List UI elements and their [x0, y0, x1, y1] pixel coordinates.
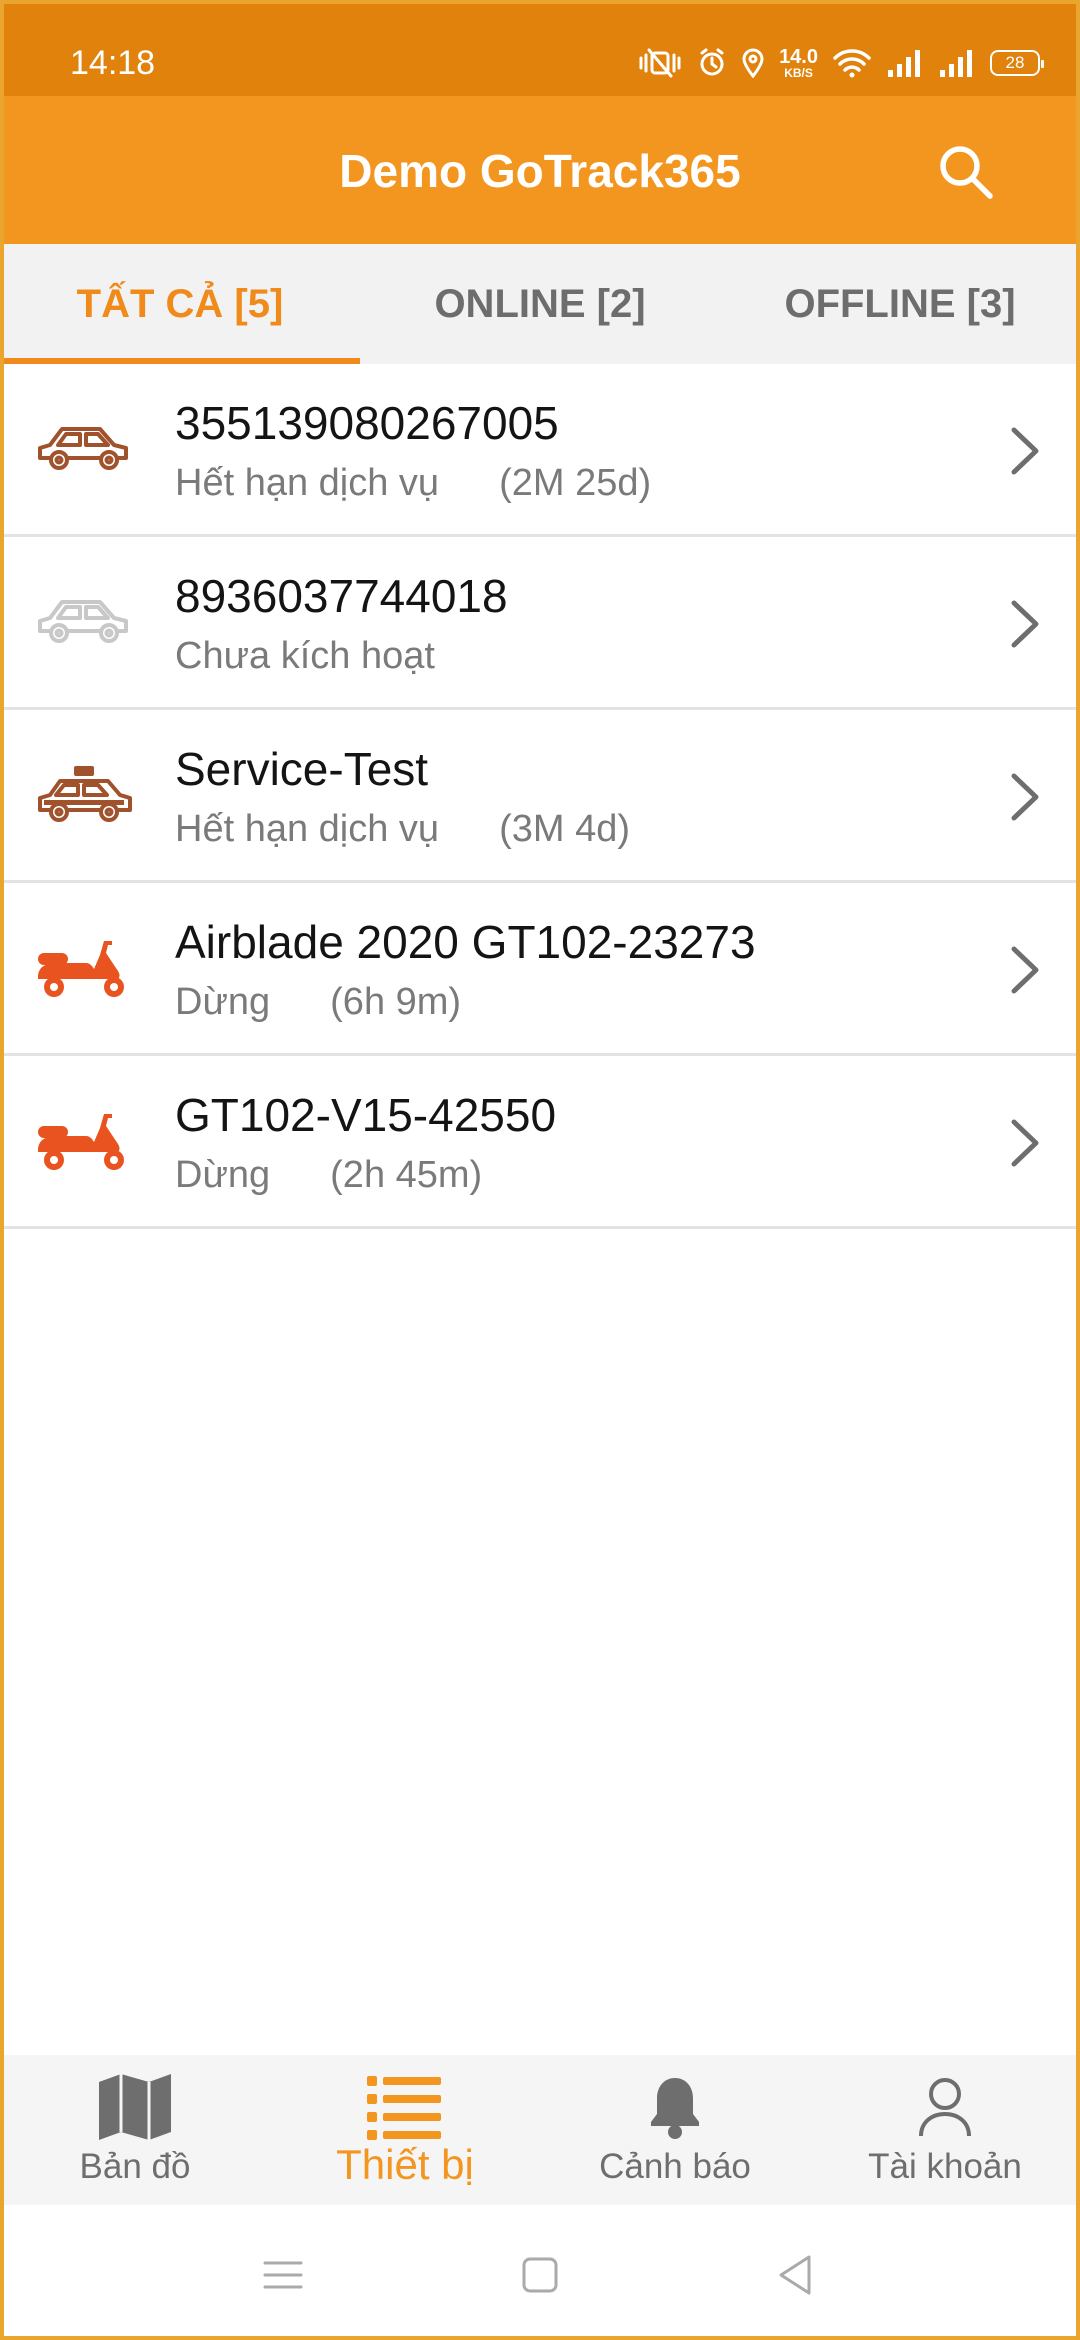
nav-label: Tài khoản [868, 2147, 1022, 2186]
chevron-right-icon [1011, 427, 1039, 475]
alarm-icon [697, 48, 727, 78]
device-name: Airblade 2020 GT102-23273 [175, 916, 756, 968]
app-bar: Demo GoTrack365 [0, 96, 1080, 244]
net-speed: 14.0 KB/S [779, 46, 818, 80]
device-duration: (6h 9m) [330, 981, 462, 1023]
menu-nav-icon[interactable] [253, 2245, 313, 2305]
system-nav-bar [0, 2205, 1080, 2340]
status-time: 14:18 [70, 44, 156, 82]
device-name: Service-Test [175, 743, 429, 795]
device-status: Hết hạn dịch vụ (3M 4d) [175, 808, 630, 850]
car-icon [34, 587, 134, 657]
battery-icon: 28 [990, 50, 1044, 76]
user-icon [905, 2071, 985, 2143]
device-name: GT102-V15-42550 [175, 1089, 557, 1141]
device-row[interactable]: GT102-V15-42550 Dừng (2h 45m) [0, 1056, 1080, 1229]
signal-icon [938, 48, 976, 78]
nav-label: Thiết bị [336, 2141, 474, 2188]
chevron-right-icon [1011, 1119, 1039, 1167]
search-button[interactable] [934, 140, 998, 204]
nav-label: Bản đồ [79, 2147, 191, 2186]
device-tabs: TẤT CẢ [5] ONLINE [2] OFFLINE [3] [0, 244, 1080, 364]
car-icon [34, 414, 134, 484]
nav-label: Cảnh báo [599, 2147, 751, 2186]
tab-all[interactable]: TẤT CẢ [5] [0, 244, 360, 364]
nav-map[interactable]: Bản đồ [0, 2055, 270, 2205]
location-icon [741, 48, 765, 78]
device-duration: (2h 45m) [330, 1154, 483, 1196]
device-row[interactable]: 8936037744018 Chưa kích hoạt [0, 537, 1080, 710]
tab-offline[interactable]: OFFLINE [3] [720, 244, 1080, 364]
bottom-nav: Bản đồ Thiết bị Cảnh báo Tài khoản [0, 2055, 1080, 2205]
status-bar: 14:18 14.0 KB/S 28 [0, 0, 1080, 96]
taxi-icon [34, 760, 134, 830]
search-icon [940, 146, 993, 199]
device-row[interactable]: Airblade 2020 GT102-23273 Dừng (6h 9m) [0, 883, 1080, 1056]
status-icons: 14.0 KB/S 28 [637, 40, 1044, 86]
device-list: 355139080267005 Hết hạn dịch vụ (2M 25d) … [0, 364, 1080, 1229]
device-status: Chưa kích hoạt [175, 635, 435, 677]
device-name: 8936037744018 [175, 570, 508, 622]
chevron-right-icon [1011, 946, 1039, 994]
device-status: Dừng (2h 45m) [175, 1154, 483, 1196]
list-icon [365, 2071, 445, 2143]
wifi-icon [832, 48, 872, 78]
device-duration: (3M 4d) [499, 808, 630, 850]
app-title: Demo GoTrack365 [339, 145, 741, 197]
map-icon [95, 2071, 175, 2143]
home-nav-icon[interactable] [510, 2245, 570, 2305]
mute-vibrate-icon [637, 48, 683, 78]
nav-account[interactable]: Tài khoản [810, 2055, 1080, 2205]
chevron-right-icon [1011, 600, 1039, 648]
nav-alerts[interactable]: Cảnh báo [540, 2055, 810, 2205]
device-status: Hết hạn dịch vụ (2M 25d) [175, 462, 652, 504]
scooter-icon [34, 1106, 134, 1176]
device-duration: (2M 25d) [499, 462, 652, 504]
device-row[interactable]: Service-Test Hết hạn dịch vụ (3M 4d) [0, 710, 1080, 883]
device-status: Dừng (6h 9m) [175, 981, 462, 1023]
device-row[interactable]: 355139080267005 Hết hạn dịch vụ (2M 25d) [0, 364, 1080, 537]
scooter-icon [34, 933, 134, 1003]
nav-devices[interactable]: Thiết bị [270, 2055, 540, 2205]
back-nav-icon[interactable] [765, 2245, 825, 2305]
chevron-right-icon [1011, 773, 1039, 821]
device-name: 355139080267005 [175, 397, 559, 449]
tab-online[interactable]: ONLINE [2] [360, 244, 720, 364]
signal-icon [886, 48, 924, 78]
bell-icon [635, 2071, 715, 2143]
